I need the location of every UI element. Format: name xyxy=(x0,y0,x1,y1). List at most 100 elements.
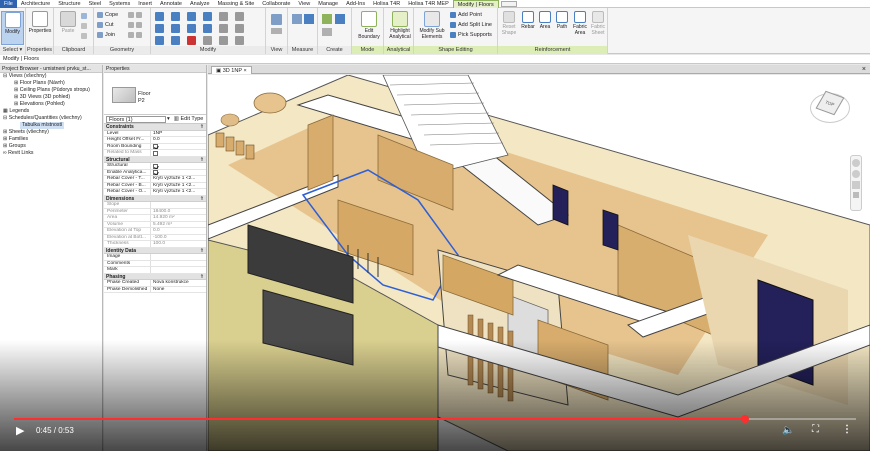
tab-steel[interactable]: Steel xyxy=(85,0,106,8)
property-checkbox[interactable] xyxy=(153,163,158,169)
view-close-icon[interactable]: × xyxy=(862,65,866,74)
browser-item[interactable]: ⊞ 3D Views (3D pohled) xyxy=(0,94,102,101)
geometry-tool-1[interactable] xyxy=(128,11,142,19)
zoom-icon[interactable] xyxy=(852,170,860,178)
add-point-button[interactable]: Add Point xyxy=(450,11,482,19)
property-value[interactable]: Krytí výztuže 1 <2... xyxy=(151,189,206,195)
property-section-header[interactable]: Identity Data xyxy=(104,247,206,254)
property-section-header[interactable]: Constraints xyxy=(104,124,206,131)
create-similar-icon[interactable] xyxy=(322,28,332,36)
instance-filter-dropdown[interactable]: Floors (1) xyxy=(106,115,166,123)
highlight-analytical-button[interactable]: Highlight Analytical xyxy=(387,11,413,45)
move-icon[interactable] xyxy=(155,24,164,33)
property-value[interactable] xyxy=(151,144,206,149)
area-button[interactable]: Area xyxy=(537,11,553,45)
copy-element-icon[interactable] xyxy=(171,24,180,33)
property-checkbox[interactable] xyxy=(153,144,158,149)
tab-annotate[interactable]: Annotate xyxy=(156,0,186,8)
tab-modify-floors[interactable]: Modify | Floors xyxy=(452,0,499,8)
paste-button[interactable]: Paste xyxy=(56,11,80,45)
tab-systems[interactable]: Systems xyxy=(105,0,134,8)
delete-icon[interactable] xyxy=(187,36,196,45)
browser-item[interactable]: ⊟ Schedules/Quantities (všechny) xyxy=(0,115,102,122)
browser-item[interactable]: ⊞ Elevations (Pohled) xyxy=(0,101,102,108)
align-icon[interactable] xyxy=(155,12,164,21)
measure-icon[interactable] xyxy=(292,14,302,24)
property-value[interactable]: Nová konstrukce xyxy=(151,280,206,286)
property-value[interactable] xyxy=(151,170,206,175)
property-value[interactable]: 0.0 xyxy=(151,137,206,143)
property-value[interactable] xyxy=(151,267,206,273)
trim-single-icon[interactable] xyxy=(219,24,228,33)
property-checkbox[interactable] xyxy=(153,170,158,175)
tab-analyze[interactable]: Analyze xyxy=(186,0,214,8)
tab-manage[interactable]: Manage xyxy=(314,0,342,8)
property-value[interactable]: None xyxy=(151,287,206,293)
pin-icon[interactable] xyxy=(203,36,212,45)
tab-massing-site[interactable]: Massing & Site xyxy=(214,0,259,8)
chevron-down-icon[interactable] xyxy=(853,192,859,198)
split-gap-icon[interactable] xyxy=(235,12,244,21)
browser-item[interactable]: ⊞ Floor Plans (Návrh) xyxy=(0,80,102,87)
properties-button[interactable]: Properties xyxy=(28,11,52,45)
rotate-icon[interactable] xyxy=(187,24,196,33)
tab-add-ins[interactable]: Add-Ins xyxy=(342,0,369,8)
property-value[interactable] xyxy=(151,163,206,169)
offset-icon[interactable] xyxy=(171,12,180,21)
dimension-icon[interactable] xyxy=(304,14,314,24)
ribbon-minimize-toggle[interactable] xyxy=(500,0,517,7)
property-section-header[interactable]: Structural xyxy=(104,156,206,163)
cut-icon[interactable] xyxy=(81,22,87,30)
tab-holixa-t4r-mep[interactable]: Holixa T4R MEP xyxy=(404,0,453,8)
browser-item[interactable]: ⊞ Ceiling Plans (Půdorys stropu) xyxy=(0,87,102,94)
tab-holixa-t4r[interactable]: Holixa T4R xyxy=(369,0,404,8)
array-icon[interactable] xyxy=(155,36,164,45)
browser-item[interactable]: ∞ Revit Links xyxy=(0,150,102,157)
split-icon[interactable] xyxy=(219,12,228,21)
chevron-down-icon[interactable]: ▾ xyxy=(167,116,170,122)
property-value[interactable]: Krytí výztuže 1 <2... xyxy=(151,183,206,189)
hide-icon[interactable] xyxy=(271,14,282,25)
rebar-button[interactable]: Rebar xyxy=(519,11,537,45)
copy-icon[interactable] xyxy=(81,12,87,20)
join-button[interactable]: Join xyxy=(97,31,115,39)
create-parts-icon[interactable] xyxy=(322,14,332,24)
match-icon[interactable] xyxy=(81,32,87,40)
browser-item[interactable]: ⊞ Groups xyxy=(0,143,102,150)
steering-wheel-icon[interactable] xyxy=(852,159,860,167)
zoom-region-icon[interactable] xyxy=(852,181,860,189)
tab-file[interactable]: File xyxy=(0,0,17,8)
fabric-area-button[interactable]: Fabric Area xyxy=(571,11,589,45)
edit-type-button[interactable]: ▥ Edit Type xyxy=(174,116,204,122)
property-section-header[interactable]: Phasing xyxy=(104,273,206,280)
mirror-icon[interactable] xyxy=(187,12,196,21)
browser-item[interactable]: ⊞ Families xyxy=(0,136,102,143)
reset-shape-button[interactable]: Reset Shape xyxy=(500,11,518,45)
property-value[interactable] xyxy=(151,254,206,260)
override-icon[interactable] xyxy=(271,28,282,34)
tab-architecture[interactable]: Architecture xyxy=(17,0,54,8)
trim-icon[interactable] xyxy=(203,24,212,33)
mirror-draw-icon[interactable] xyxy=(203,12,212,21)
tab-view[interactable]: View xyxy=(294,0,314,8)
view-tab-3d-1np[interactable]: ▣ 3D 1NP × xyxy=(211,66,252,74)
geometry-tool-2[interactable] xyxy=(128,21,142,29)
unpin-icon[interactable] xyxy=(219,36,228,45)
select-dropdown[interactable]: Select ▾ xyxy=(0,46,25,54)
trim-multiple-icon[interactable] xyxy=(235,24,244,33)
modify-sub-elements-button[interactable]: Modify Sub Elements xyxy=(418,11,446,45)
close-icon[interactable]: × xyxy=(243,68,246,74)
type-selector[interactable]: Floor P2 xyxy=(104,73,206,115)
tab-collaborate[interactable]: Collaborate xyxy=(258,0,294,8)
browser-item[interactable]: Tabulka místností xyxy=(0,122,102,129)
browser-item[interactable]: ⊞ Sheets (všechny) xyxy=(0,129,102,136)
cut-button[interactable]: Cut xyxy=(97,21,114,29)
property-value[interactable]: 1NP xyxy=(151,131,206,137)
browser-item[interactable]: ⊟ Views (všechny) xyxy=(0,73,102,80)
pick-supports-button[interactable]: Pick Supports xyxy=(450,31,492,39)
fabric-sheet-button[interactable]: Fabric Sheet xyxy=(589,11,607,45)
cope-button[interactable]: Cope xyxy=(97,11,118,19)
browser-item[interactable]: ▦ Legends xyxy=(0,108,102,115)
geometry-tool-3[interactable] xyxy=(128,31,142,39)
create-group-icon[interactable] xyxy=(335,14,345,24)
